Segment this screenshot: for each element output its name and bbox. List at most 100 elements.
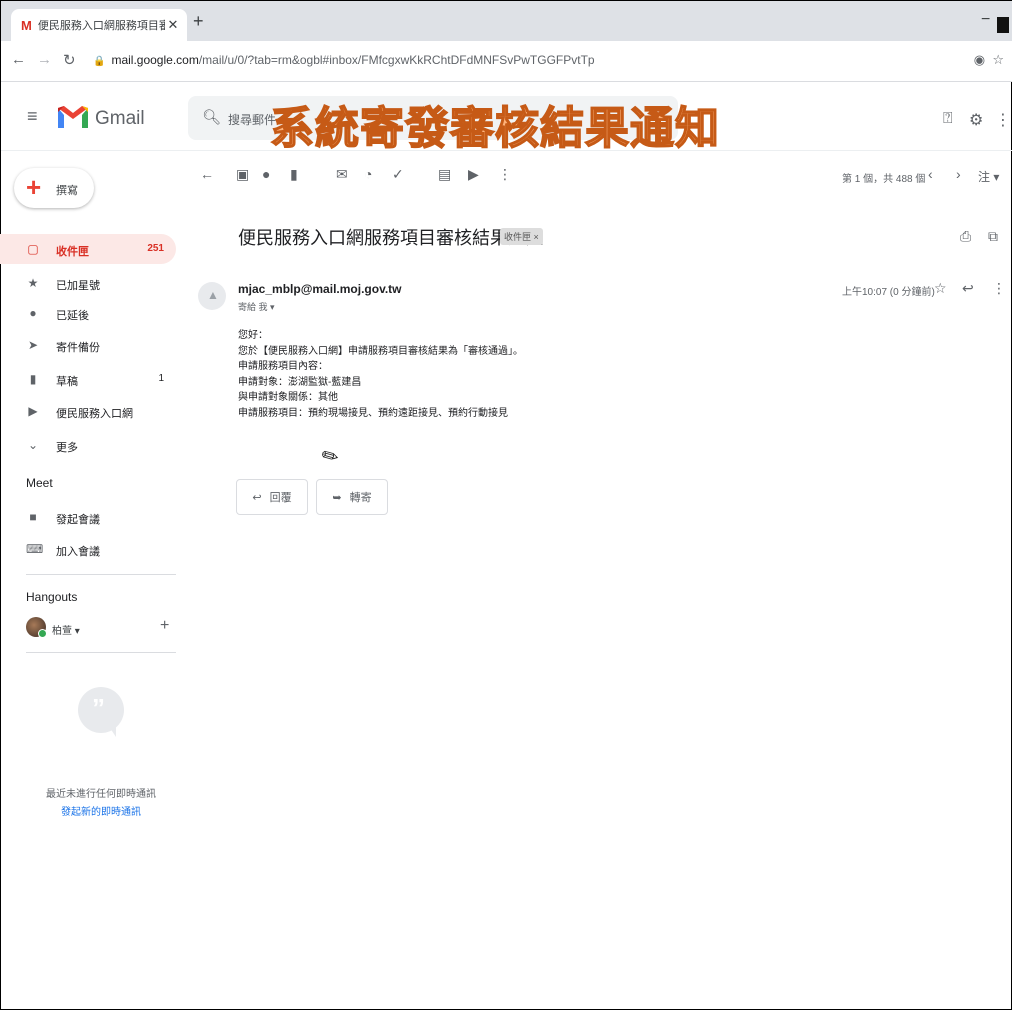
label-icon: ▶ bbox=[28, 404, 38, 418]
minimize-button[interactable]: − bbox=[981, 11, 990, 29]
draft-count: 1 bbox=[158, 373, 164, 384]
sidebar-item-label: 草稿 bbox=[56, 376, 78, 388]
star-message-icon[interactable]: ☆ bbox=[934, 280, 947, 297]
settings-gear-icon[interactable]: ⚙ bbox=[969, 110, 983, 130]
star-icon: ★ bbox=[27, 276, 39, 290]
clock-icon: ● bbox=[29, 306, 37, 320]
tab-title: 便民服務入口網服務項目審核結 bbox=[37, 20, 165, 32]
browser-tab[interactable]: M 便民服務入口網服務項目審核結 ✕ bbox=[11, 9, 187, 41]
add-task-icon[interactable]: ✓ bbox=[392, 166, 404, 183]
reply-arrow-icon: ↩ bbox=[252, 491, 262, 504]
sidebar-item-label: 已加星號 bbox=[56, 280, 100, 292]
input-tools-button[interactable]: 注 ▾ bbox=[978, 168, 999, 185]
overlay-caption: 系統寄發審核結果通知 bbox=[269, 103, 720, 154]
move-to-icon[interactable]: ▤ bbox=[438, 166, 451, 183]
online-status-icon bbox=[38, 629, 47, 638]
sender-avatar: ▲ bbox=[198, 282, 226, 310]
inbox-label-chip[interactable]: 收件匣 × bbox=[500, 228, 543, 245]
address-bar-icons: ◉ ☆ bbox=[974, 52, 1004, 68]
sidebar-item-drafts[interactable]: ▮ 草稿 1 bbox=[0, 364, 176, 394]
forward-label: 轉寄 bbox=[349, 492, 372, 504]
message-body: 您好： 您於【便民服務入口網】申請服務項目審核結果為「審核通過」。 申請服務項目… bbox=[238, 328, 523, 421]
tab-close-icon[interactable]: ✕ bbox=[165, 17, 181, 33]
reply-button[interactable]: ↩ 回覆 bbox=[236, 479, 308, 515]
forward-arrow-icon: ➥ bbox=[332, 491, 342, 504]
avatar[interactable] bbox=[26, 617, 47, 638]
sidebar-item-label: 寄件備份 bbox=[56, 342, 100, 354]
sidebar-divider bbox=[26, 574, 176, 575]
url-host: mail.google.com bbox=[111, 53, 199, 67]
reload-icon[interactable]: ↻ bbox=[63, 51, 76, 69]
main-menu-icon[interactable]: ≡ bbox=[27, 106, 38, 127]
snooze-icon[interactable]: ◔ bbox=[364, 166, 372, 182]
meet-join-meeting[interactable]: ⌨ 加入會議 bbox=[0, 534, 176, 564]
sidebar-item-more[interactable]: ⌄ 更多 bbox=[0, 430, 176, 460]
forward-button[interactable]: ➥ 轉寄 bbox=[316, 479, 388, 515]
compose-button[interactable]: + 撰寫 bbox=[14, 168, 94, 208]
sidebar-item-inbox[interactable]: ▢ 收件匣 251 bbox=[0, 234, 176, 264]
sidebar-item-label: 更多 bbox=[56, 442, 78, 454]
address-bar-row: ← → ↻ 🔒 mail.google.com/mail/u/0/?tab=rm&… bbox=[1, 41, 1012, 82]
meet-item-label: 加入會議 bbox=[56, 546, 100, 558]
app-name: Gmail bbox=[95, 108, 145, 129]
body-line: 您好： bbox=[238, 330, 268, 341]
draft-icon: ▮ bbox=[29, 372, 37, 386]
gmail-favicon-icon: M bbox=[21, 17, 32, 33]
delete-icon[interactable]: ▮ bbox=[290, 166, 298, 183]
older-chevron-icon[interactable]: › bbox=[956, 166, 961, 182]
hangouts-user-name[interactable]: 柏萱 ▾ bbox=[52, 622, 80, 637]
more-options-icon[interactable]: ⋮ bbox=[498, 166, 512, 183]
unread-count: 251 bbox=[147, 243, 164, 254]
inbox-icon: ▢ bbox=[27, 242, 39, 256]
sidebar-item-label: 便民服務入口網 bbox=[56, 408, 133, 420]
person-icon: ▲ bbox=[207, 288, 219, 302]
open-new-window-icon[interactable]: ⧉ bbox=[988, 228, 998, 245]
help-icon[interactable]: ⍰ bbox=[943, 110, 953, 128]
extension-icon[interactable]: ◉ bbox=[974, 52, 985, 67]
sender-address[interactable]: mjac_mblp@mail.moj.gov.tw bbox=[238, 282, 402, 296]
newer-chevron-icon[interactable]: ‹ bbox=[928, 166, 933, 182]
send-icon: ➤ bbox=[27, 338, 39, 352]
url-path: /mail/u/0/?tab=rm&ogbl#inbox/FMfcgxwKkRC… bbox=[198, 53, 595, 67]
sidebar-item-sent[interactable]: ➤ 寄件備份 bbox=[0, 330, 176, 360]
mark-unread-icon[interactable]: ✉ bbox=[336, 166, 348, 183]
add-chat-icon[interactable]: + bbox=[160, 617, 169, 635]
search-icon[interactable]: 🔍︎ bbox=[202, 108, 221, 126]
search-input[interactable]: 搜尋郵件 bbox=[228, 111, 276, 128]
start-chat-link[interactable]: 發起新的即時通訊 bbox=[40, 803, 162, 818]
forward-arrow-icon[interactable]: → bbox=[37, 51, 52, 68]
window-control-block bbox=[997, 17, 1009, 33]
meet-section-title: Meet bbox=[26, 476, 53, 490]
sidebar-divider bbox=[26, 652, 176, 653]
browser-tab-bar: M 便民服務入口網服務項目審核結 ✕ + − bbox=[1, 1, 1012, 41]
compose-plus-icon: + bbox=[26, 172, 42, 202]
meet-new-meeting[interactable]: ■ 發起會議 bbox=[0, 502, 176, 532]
more-options-icon[interactable]: ⋮ bbox=[992, 280, 1006, 297]
bookmark-star-icon[interactable]: ☆ bbox=[992, 52, 1004, 67]
back-arrow-icon[interactable]: ← bbox=[11, 51, 26, 68]
body-line: 與申請對象關係：其他 bbox=[238, 392, 338, 403]
meet-item-label: 發起會議 bbox=[56, 514, 100, 526]
reply-icon[interactable]: ↩ bbox=[962, 280, 974, 297]
hangouts-section-title: Hangouts bbox=[26, 590, 78, 604]
report-spam-icon[interactable]: ● bbox=[262, 166, 270, 182]
reply-label: 回覆 bbox=[269, 492, 292, 504]
sidebar-item-snoozed[interactable]: ● 已延後 bbox=[0, 298, 176, 328]
print-icon[interactable]: ⎙ bbox=[960, 228, 971, 245]
gmail-logo-icon bbox=[58, 106, 88, 128]
archive-icon[interactable]: ▣ bbox=[236, 166, 249, 183]
recipient-details[interactable]: 寄給 我 ▾ bbox=[238, 300, 275, 313]
new-tab-button[interactable]: + bbox=[193, 11, 204, 32]
sidebar-item-label-portal[interactable]: ▶ 便民服務入口網 bbox=[0, 396, 176, 426]
url-input[interactable]: 🔒 mail.google.com/mail/u/0/?tab=rm&ogbl#i… bbox=[93, 53, 595, 67]
video-icon: ■ bbox=[29, 510, 37, 524]
keyboard-icon: ⌨ bbox=[26, 542, 44, 556]
compose-label: 撰寫 bbox=[56, 185, 78, 197]
labels-icon[interactable]: ▶ bbox=[468, 166, 479, 183]
sidebar-item-starred[interactable]: ★ 已加星號 bbox=[0, 268, 176, 298]
chevron-down-icon: ⌄ bbox=[27, 438, 39, 452]
body-line: 申請服務項目：預約現場接見、預約遠距接見、預約行動接見 bbox=[238, 407, 508, 419]
back-to-inbox-icon[interactable]: ← bbox=[200, 166, 214, 182]
apps-grid-icon[interactable]: ⋮⋮ bbox=[995, 110, 1014, 130]
body-line: 申請服務項目內容： bbox=[238, 361, 328, 372]
